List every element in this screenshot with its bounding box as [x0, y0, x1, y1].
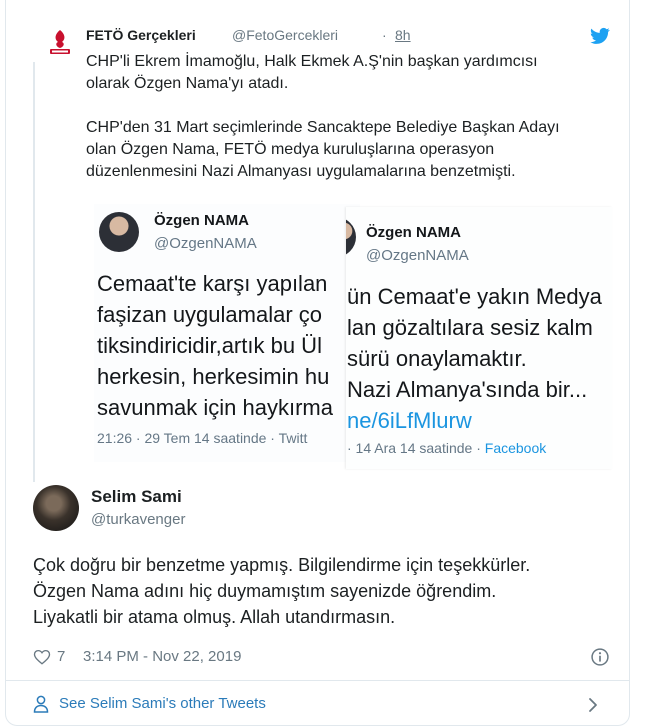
screenshot-source: Facebook — [484, 440, 547, 456]
quoted-timestamp-link[interactable]: 8h — [395, 27, 411, 43]
author-handle[interactable]: @turkavenger — [91, 511, 185, 528]
screenshot-link: ne/6iLfMlurw — [347, 408, 472, 433]
screenshot-author-name: Özgen NAMA — [154, 212, 249, 229]
thread-line — [33, 62, 35, 482]
info-icon[interactable] — [590, 647, 610, 667]
tweet-text: Çok doğru bir benzetme yapmış. Bilgilend… — [33, 555, 531, 627]
screenshot-author-name: Özgen NAMA — [366, 224, 461, 241]
screenshot-meta: 21:26 · 29 Tem 14 saatinde · Twitt — [97, 430, 308, 446]
screenshot-text-line: sürü onaylamaktır. — [347, 346, 527, 371]
heart-icon[interactable] — [33, 648, 51, 666]
feto-logo-icon[interactable] — [46, 28, 74, 58]
tweet-timestamp-link[interactable]: 3:14 PM - Nov 22, 2019 — [83, 648, 241, 665]
screenshot-text-line: lan gözaltılara sesiz kalm — [347, 315, 593, 340]
author-avatar[interactable] — [33, 485, 79, 531]
quoted-paragraph: CHP'li Ekrem İmamoğlu, Halk Ekmek A.Ş'ni… — [86, 53, 538, 92]
screenshot-text-line: Nazi Almanya'sında bir... — [347, 377, 588, 402]
screenshot-text-line: tiksindiricidir,artık bu Ül — [97, 333, 322, 358]
screenshot-meta: · 14 Ara 14 saatinde · Facebook — [347, 440, 546, 456]
avatar — [346, 217, 356, 257]
divider — [6, 680, 629, 681]
screenshot-meta-text: · 14 Ara 14 saatinde · — [347, 440, 485, 456]
screenshot-author-handle: @OzgenNAMA — [154, 235, 257, 252]
embedded-screenshot-image[interactable]: Özgen NAMA @OzgenNAMA ün Cemaat'e yakın … — [346, 207, 612, 469]
quoted-tweet-text: CHP'li Ekrem İmamoğlu, Halk Ekmek A.Ş'ni… — [86, 51, 616, 205]
screenshot-text-line: Cemaat'te karşı yapılan — [97, 271, 328, 296]
tweet-card: FETÖ Gerçekleri @FetoGercekleri · 8h CHP… — [5, 0, 630, 726]
quoted-author-name[interactable]: FETÖ Gerçekleri — [86, 27, 196, 43]
twitter-bird-icon[interactable] — [589, 26, 611, 46]
avatar — [99, 212, 139, 252]
embedded-screenshot-image[interactable]: Özgen NAMA @OzgenNAMA Cemaat'te karşı ya… — [94, 204, 360, 462]
quoted-author-handle[interactable]: @FetoGercekleri — [232, 27, 338, 43]
screenshot-author-handle: @OzgenNAMA — [366, 247, 469, 264]
quoted-paragraph: CHP'den 31 Mart seçimlerinde Sancaktepe … — [86, 119, 560, 180]
tweet-footer: 7 3:14 PM - Nov 22, 2019 — [33, 646, 613, 668]
like-count[interactable]: 7 — [57, 648, 65, 665]
screenshot-text-line: faşizan uygulamalar ço — [97, 302, 323, 327]
chevron-right-icon[interactable] — [586, 696, 600, 714]
separator-dot: · — [382, 27, 387, 43]
screenshot-text-line: ün Cemaat'e yakın Medya — [347, 284, 602, 309]
author-name[interactable]: Selim Sami — [91, 487, 182, 507]
screenshot-text-line: herkesin, herkesimin hu — [97, 364, 330, 389]
see-other-tweets-label[interactable]: See Selim Sami's other Tweets — [59, 695, 266, 712]
screenshot-text-line: savunmak için haykırma — [97, 395, 333, 420]
person-icon — [33, 695, 49, 713]
